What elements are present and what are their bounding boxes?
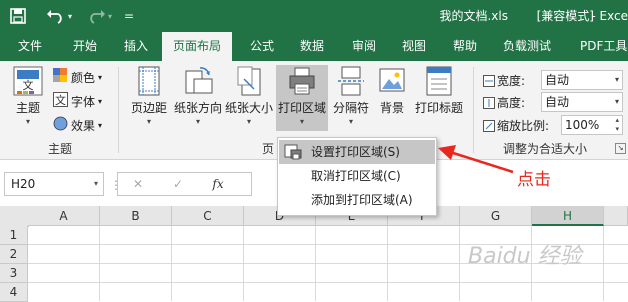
watermark: Baidu 经验 <box>468 244 582 269</box>
formula-buttons: ✕ ✓ fx <box>117 172 252 196</box>
height-icon <box>483 97 495 109</box>
width-label: 宽度: <box>483 72 525 89</box>
ribbon-tabs: 文件 开始 插入 页面布局 公式 数据 审阅 视图 帮助 负载测试 PDF工具 <box>0 32 628 61</box>
tab-help[interactable]: 帮助 <box>453 32 477 61</box>
height-label: 高度: <box>483 94 525 111</box>
width-icon <box>483 75 495 87</box>
margins-icon <box>138 66 160 96</box>
effects-button[interactable]: 效果 ▾ <box>53 114 102 136</box>
size-button[interactable]: 纸张大小 ▾ <box>225 65 273 126</box>
app-name: - Exce <box>591 9 628 23</box>
annotation-label: 点击 <box>517 170 551 190</box>
document-title: 我的文档.xls <box>439 9 508 23</box>
column-header[interactable] <box>604 206 628 226</box>
tab-pdf-tools[interactable]: PDF工具 <box>580 32 627 61</box>
print-area-icon <box>289 67 315 95</box>
tab-file[interactable]: 文件 <box>18 32 42 61</box>
row-header[interactable]: 2 <box>0 245 28 264</box>
group-divider <box>118 67 119 153</box>
insert-function-icon[interactable]: fx <box>198 177 238 191</box>
tab-insert[interactable]: 插入 <box>124 32 148 61</box>
colors-icon <box>53 68 68 86</box>
column-header[interactable]: G <box>460 206 532 226</box>
annotation-arrow-icon <box>438 145 514 174</box>
page-setup-group-label: 页 <box>262 142 275 156</box>
themes-button[interactable]: 文 主题 ▾ <box>8 65 48 126</box>
title-bar: ▾ ▾ = 我的文档.xls [兼容模式] - Exce <box>0 0 628 32</box>
row-header[interactable]: 1 <box>0 226 28 245</box>
fonts-icon: 文 <box>53 92 68 110</box>
scale-icon <box>483 120 495 132</box>
add-to-print-area-item[interactable]: 添加到打印区域(A) <box>279 188 435 212</box>
margins-button[interactable]: 页边距 ▾ <box>126 65 172 126</box>
name-box[interactable]: H20 ▾ <box>4 172 104 196</box>
scale-spinner[interactable]: 100% ▴ ▾ <box>561 115 623 135</box>
redo-icon[interactable]: ▾ <box>86 0 112 32</box>
print-area-button[interactable]: 打印区域 ▾ <box>276 65 328 131</box>
breaks-button[interactable]: 分隔符 ▾ <box>331 65 371 126</box>
set-print-area-item[interactable]: 设置打印区域(S) <box>279 140 435 164</box>
svg-text:文: 文 <box>23 78 34 92</box>
tab-formulas[interactable]: 公式 <box>250 32 274 61</box>
width-select[interactable]: 自动 ▾ <box>541 70 623 90</box>
tab-load-test[interactable]: 负载测试 <box>503 32 551 61</box>
tab-page-layout[interactable]: 页面布局 <box>162 32 233 61</box>
themes-group-label: 主题 <box>48 142 73 156</box>
themes-icon: 文 <box>13 66 43 96</box>
group-divider <box>473 67 474 153</box>
undo-icon[interactable]: ▾ <box>46 0 72 32</box>
print-titles-icon <box>426 66 452 96</box>
dialog-launcher-icon[interactable]: ↘ <box>615 143 626 154</box>
scale-label: 缩放比例: <box>483 117 549 134</box>
background-icon <box>379 68 405 92</box>
orientation-icon <box>185 67 213 94</box>
cancel-icon[interactable]: ✕ <box>118 177 158 191</box>
column-header[interactable]: A <box>28 206 100 226</box>
column-header[interactable]: C <box>172 206 244 226</box>
row-header[interactable]: 4 <box>0 283 28 302</box>
row-header[interactable]: 3 <box>0 264 28 283</box>
enter-icon[interactable]: ✓ <box>158 177 198 191</box>
column-header-selected[interactable]: H <box>532 206 604 226</box>
fonts-button[interactable]: 文 字体 ▾ <box>53 90 102 112</box>
clear-print-area-item[interactable]: 取消打印区域(C) <box>279 164 435 188</box>
tab-data[interactable]: 数据 <box>300 32 324 61</box>
svg-text:文: 文 <box>55 93 66 107</box>
orientation-button[interactable]: 纸张方向 ▾ <box>174 65 222 126</box>
background-button[interactable]: 背景 <box>375 65 409 116</box>
print-titles-button[interactable]: 打印标题 <box>413 65 465 116</box>
height-select[interactable]: 自动 ▾ <box>541 92 623 112</box>
column-header[interactable]: B <box>100 206 172 226</box>
effects-icon <box>53 116 68 134</box>
save-icon[interactable] <box>10 0 26 32</box>
page-size-icon <box>237 66 261 96</box>
customize-qat-button[interactable]: = <box>124 0 134 32</box>
print-area-menu: 设置打印区域(S) 取消打印区域(C) 添加到打印区域(A) <box>277 137 437 216</box>
colors-button[interactable]: 颜色 ▾ <box>53 66 102 88</box>
breaks-icon <box>338 66 364 96</box>
gridline <box>28 282 628 283</box>
tab-review[interactable]: 审阅 <box>352 32 376 61</box>
select-all-corner[interactable] <box>0 206 29 227</box>
tab-home[interactable]: 开始 <box>73 32 97 61</box>
compat-mode-label: [兼容模式] <box>536 9 594 23</box>
tab-view[interactable]: 视图 <box>402 32 426 61</box>
